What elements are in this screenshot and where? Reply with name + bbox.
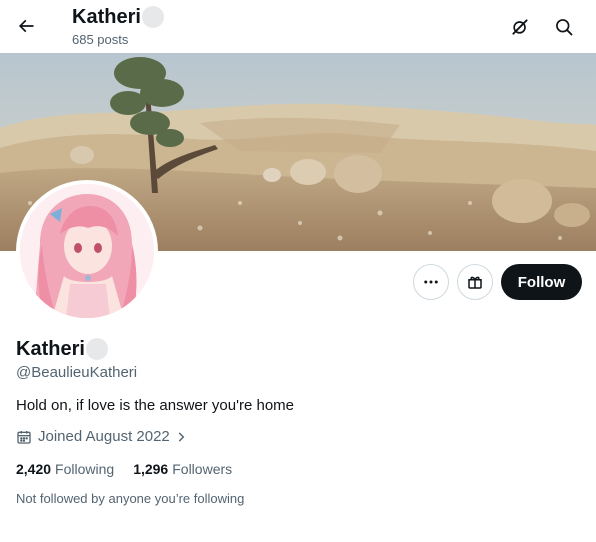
following-count: 2,420 [16, 461, 52, 477]
followers-link[interactable]: 1,296 Followers [133, 460, 232, 478]
search-button[interactable] [548, 11, 580, 43]
following-label: Following [55, 461, 115, 477]
header-title-block: Katheri 685 posts [72, 5, 164, 48]
profile-handle: @BeaulieuKatheri [16, 364, 138, 381]
grok-button[interactable] [504, 11, 536, 43]
avatar-image [20, 184, 154, 318]
top-bar: Katheri 685 posts [0, 0, 596, 53]
followers-label: Followers [172, 461, 233, 477]
search-icon [554, 17, 574, 37]
arrow-left-icon [16, 16, 36, 36]
joined-text: Joined August 2022 [38, 428, 170, 445]
header-name: Katheri [72, 5, 164, 29]
gift-icon [466, 273, 484, 291]
profile-avatar[interactable] [16, 180, 158, 322]
not-followed-text: Not followed by anyone you’re following [16, 491, 245, 506]
grok-icon [510, 17, 530, 37]
profile-display-name: Katheri [16, 337, 108, 361]
follow-stats: 2,420 Following 1,296 Followers [16, 460, 251, 478]
following-link[interactable]: 2,420 Following [16, 460, 114, 478]
back-button[interactable] [10, 10, 42, 42]
more-button[interactable] [413, 264, 449, 300]
display-name-text: Katheri [16, 338, 85, 360]
more-dots-icon [422, 273, 440, 291]
calendar-icon [16, 429, 32, 445]
joined-date[interactable]: Joined August 2022 [16, 428, 188, 446]
posts-count: 685 posts [72, 32, 129, 47]
followers-count: 1,296 [133, 461, 169, 477]
emoji-placeholder [141, 6, 164, 28]
chevron-right-icon [174, 430, 188, 444]
header-name-text: Katheri [72, 6, 141, 28]
emoji-placeholder [85, 338, 108, 360]
follow-button[interactable]: Follow [501, 264, 582, 300]
gift-button[interactable] [457, 264, 493, 300]
profile-bio: Hold on, if love is the answer you're ho… [16, 397, 295, 414]
